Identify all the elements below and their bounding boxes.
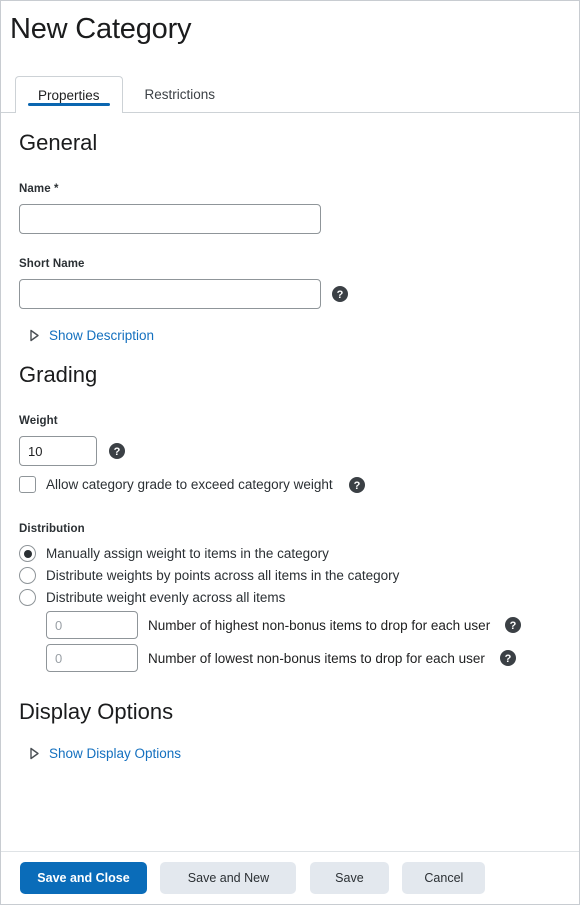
show-description-expander[interactable]: Show Description xyxy=(29,328,561,343)
short-name-label: Short Name xyxy=(19,258,85,270)
distribution-option-manual-label: Manually assign weight to items in the c… xyxy=(46,546,329,561)
save-button[interactable]: Save xyxy=(309,862,389,894)
save-and-new-button[interactable]: Save and New xyxy=(160,862,297,894)
drop-lowest-label: Number of lowest non-bonus items to drop… xyxy=(148,650,485,666)
section-heading-grading: Grading xyxy=(19,362,98,387)
name-label: Name * xyxy=(19,183,59,195)
name-field-group: Name * xyxy=(19,179,561,234)
tab-properties-label: Properties xyxy=(38,88,100,103)
help-circle-icon[interactable]: ? xyxy=(332,286,348,302)
svg-text:?: ? xyxy=(114,446,121,458)
drop-lowest-input[interactable] xyxy=(46,644,138,672)
page-title: New Category xyxy=(10,13,192,45)
help-circle-icon[interactable]: ? xyxy=(499,650,516,666)
exceed-weight-label: Allow category grade to exceed category … xyxy=(46,477,333,492)
form-action-bar: Save and Close Save and New Save Cancel xyxy=(1,851,579,904)
drop-lowest-row: Number of lowest non-bonus items to drop… xyxy=(46,644,561,672)
show-display-options-label: Show Display Options xyxy=(49,746,182,761)
show-display-options-expander[interactable]: Show Display Options xyxy=(29,746,561,761)
tab-panel-properties: General Name * Short Name ? Show Descrip… xyxy=(1,129,579,761)
drop-highest-input[interactable] xyxy=(46,611,138,639)
distribution-option-manual[interactable]: Manually assign weight to items in the c… xyxy=(19,545,561,562)
show-description-label: Show Description xyxy=(49,328,155,343)
save-and-close-button[interactable]: Save and Close xyxy=(20,862,147,894)
cancel-button[interactable]: Cancel xyxy=(402,862,486,894)
tab-active-indicator xyxy=(28,103,110,106)
short-name-field-group: Short Name ? xyxy=(19,254,561,309)
help-circle-icon[interactable]: ? xyxy=(505,617,522,633)
distribution-group: Distribution Manually assign weight to i… xyxy=(19,523,561,672)
section-heading-general: General xyxy=(19,130,98,155)
weight-input[interactable] xyxy=(19,436,97,466)
name-input[interactable] xyxy=(19,204,321,234)
radio-distribute-by-points[interactable] xyxy=(19,567,36,584)
svg-text:?: ? xyxy=(353,480,360,492)
radio-distribute-evenly[interactable] xyxy=(19,589,36,606)
tab-properties[interactable]: Properties xyxy=(15,76,123,113)
distribution-label: Distribution xyxy=(19,523,85,535)
exceed-weight-row: Allow category grade to exceed category … xyxy=(19,476,561,493)
weight-label: Weight xyxy=(19,415,58,427)
drop-highest-label: Number of highest non-bonus items to dro… xyxy=(148,617,491,633)
distribution-option-evenly[interactable]: Distribute weight evenly across all item… xyxy=(19,589,561,606)
drop-highest-row: Number of highest non-bonus items to dro… xyxy=(46,611,561,639)
tab-bar: Properties Restrictions xyxy=(1,76,579,113)
distribution-option-by-points-label: Distribute weights by points across all … xyxy=(46,568,400,583)
new-category-page: New Category Properties Restrictions Gen… xyxy=(0,0,580,905)
tab-restrictions-label: Restrictions xyxy=(144,87,216,102)
distribution-option-evenly-label: Distribute weight evenly across all item… xyxy=(46,590,286,605)
weight-field-group: Weight ? xyxy=(19,411,561,466)
section-heading-display-options: Display Options xyxy=(19,699,174,724)
exceed-weight-checkbox[interactable] xyxy=(19,476,36,493)
triangle-right-icon xyxy=(29,329,40,342)
svg-text:?: ? xyxy=(510,620,517,632)
tab-restrictions[interactable]: Restrictions xyxy=(123,76,238,113)
svg-text:?: ? xyxy=(505,653,512,665)
svg-text:?: ? xyxy=(337,289,344,301)
name-label-text: Name xyxy=(19,183,51,195)
triangle-right-icon xyxy=(29,747,40,760)
required-indicator: * xyxy=(54,183,59,195)
distribution-option-by-points[interactable]: Distribute weights by points across all … xyxy=(19,567,561,584)
help-circle-icon[interactable]: ? xyxy=(348,476,365,493)
help-circle-icon[interactable]: ? xyxy=(109,443,125,459)
short-name-input[interactable] xyxy=(19,279,321,309)
radio-manual-assign[interactable] xyxy=(19,545,36,562)
